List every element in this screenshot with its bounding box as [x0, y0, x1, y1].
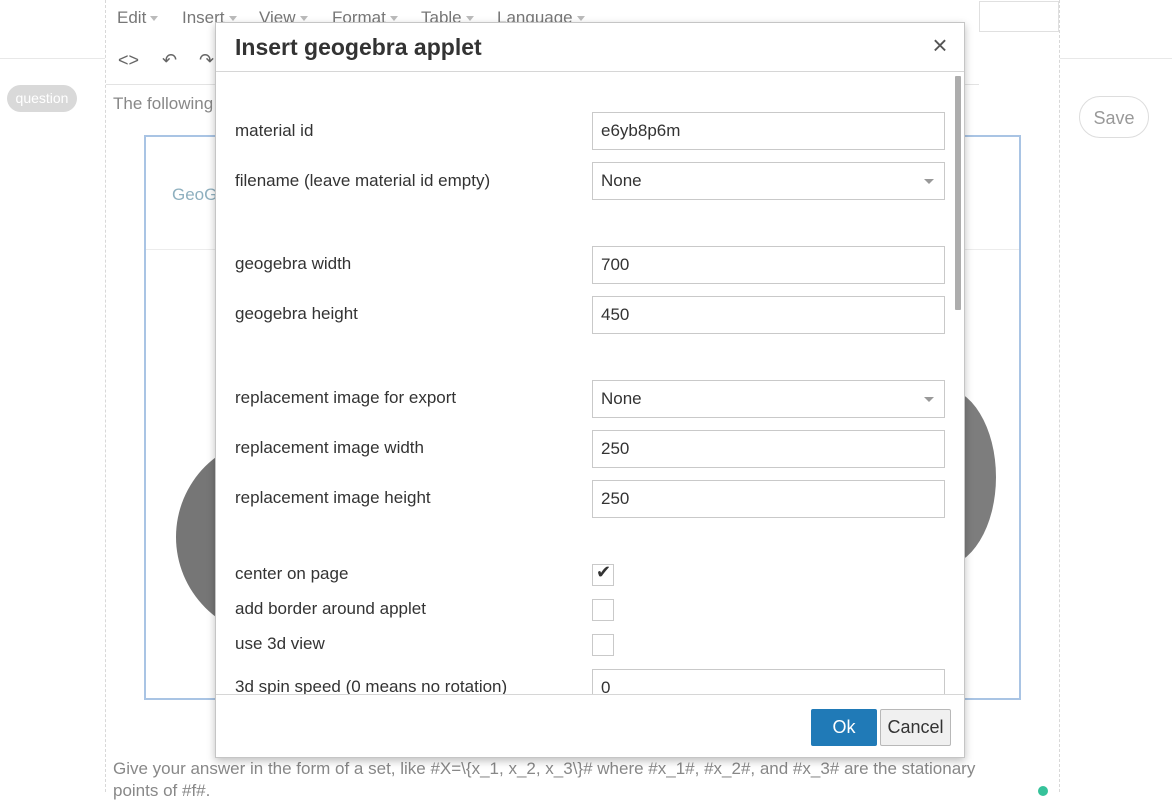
redo-icon[interactable]: ↷	[199, 50, 214, 71]
answer-instructions: Give your answer in the form of a set, l…	[113, 759, 976, 778]
filename-label: filename (leave material id empty)	[235, 171, 491, 190]
source-code-button[interactable]: <>	[118, 50, 139, 71]
replacement-height-label: replacement image height	[235, 488, 431, 507]
checkmark-icon: ✔	[596, 562, 612, 582]
replacement-width-input[interactable]: 250	[592, 430, 945, 468]
chevron-down-icon	[389, 16, 398, 22]
chevron-down-icon	[465, 16, 474, 22]
replacement-height-input[interactable]: 250	[592, 480, 945, 518]
replacement-image-select-value: None	[601, 389, 642, 408]
menu-edit-label: Edit	[117, 8, 147, 27]
menu-search-box[interactable]	[979, 1, 1059, 32]
chevron-down-icon	[150, 16, 159, 22]
scrollbar-thumb[interactable]	[955, 76, 961, 310]
applet-header-label: GeoG	[172, 185, 218, 204]
ok-button[interactable]: Ok	[811, 709, 877, 746]
question-badge[interactable]: question	[7, 85, 77, 112]
dialog-header: Insert geogebra applet ×	[216, 23, 964, 72]
chevron-down-icon	[924, 179, 934, 184]
material-id-label: material id	[235, 121, 314, 140]
status-dot	[1038, 786, 1048, 796]
spin-speed-input[interactable]: 0	[592, 669, 945, 694]
filename-select[interactable]: None	[592, 162, 945, 200]
editor-intro-text: The following	[113, 94, 214, 113]
replacement-width-label: replacement image width	[235, 438, 424, 457]
geogebra-height-input[interactable]: 450	[592, 296, 945, 334]
save-button[interactable]: Save	[1079, 96, 1149, 138]
undo-icon[interactable]: ↶	[162, 50, 177, 71]
chevron-down-icon	[299, 16, 308, 22]
filename-select-value: None	[601, 171, 642, 190]
divider	[1060, 58, 1172, 59]
divider	[0, 58, 105, 59]
dialog-footer: Ok Cancel	[216, 694, 964, 758]
add-border-label: add border around applet	[235, 599, 426, 618]
close-icon[interactable]: ×	[928, 32, 952, 58]
replacement-image-label: replacement image for export	[235, 388, 457, 407]
material-id-input[interactable]: e6yb8p6m	[592, 112, 945, 150]
geogebra-width-label: geogebra width	[235, 254, 352, 273]
geogebra-width-input[interactable]: 700	[592, 246, 945, 284]
center-on-page-label: center on page	[235, 564, 349, 583]
chevron-down-icon	[576, 16, 585, 22]
center-on-page-checkbox[interactable]: ✔	[592, 562, 614, 586]
answer-instructions-cont: points of #f#.	[113, 781, 211, 800]
chevron-down-icon	[228, 16, 237, 22]
replacement-image-select[interactable]: None	[592, 380, 945, 418]
chevron-down-icon	[924, 397, 934, 402]
cancel-button[interactable]: Cancel	[880, 709, 951, 746]
use-3d-checkbox[interactable]	[592, 634, 614, 656]
add-border-checkbox[interactable]	[592, 599, 614, 621]
geogebra-height-label: geogebra height	[235, 304, 358, 323]
spin-speed-label: 3d spin speed (0 means no rotation)	[235, 677, 508, 694]
insert-geogebra-dialog: Insert geogebra applet × material id e6y…	[215, 22, 965, 758]
dialog-title: Insert geogebra applet	[235, 34, 482, 60]
use-3d-label: use 3d view	[235, 634, 325, 653]
dialog-body: material id e6yb8p6m filename (leave mat…	[216, 72, 964, 694]
menu-edit[interactable]: Edit	[117, 8, 159, 28]
